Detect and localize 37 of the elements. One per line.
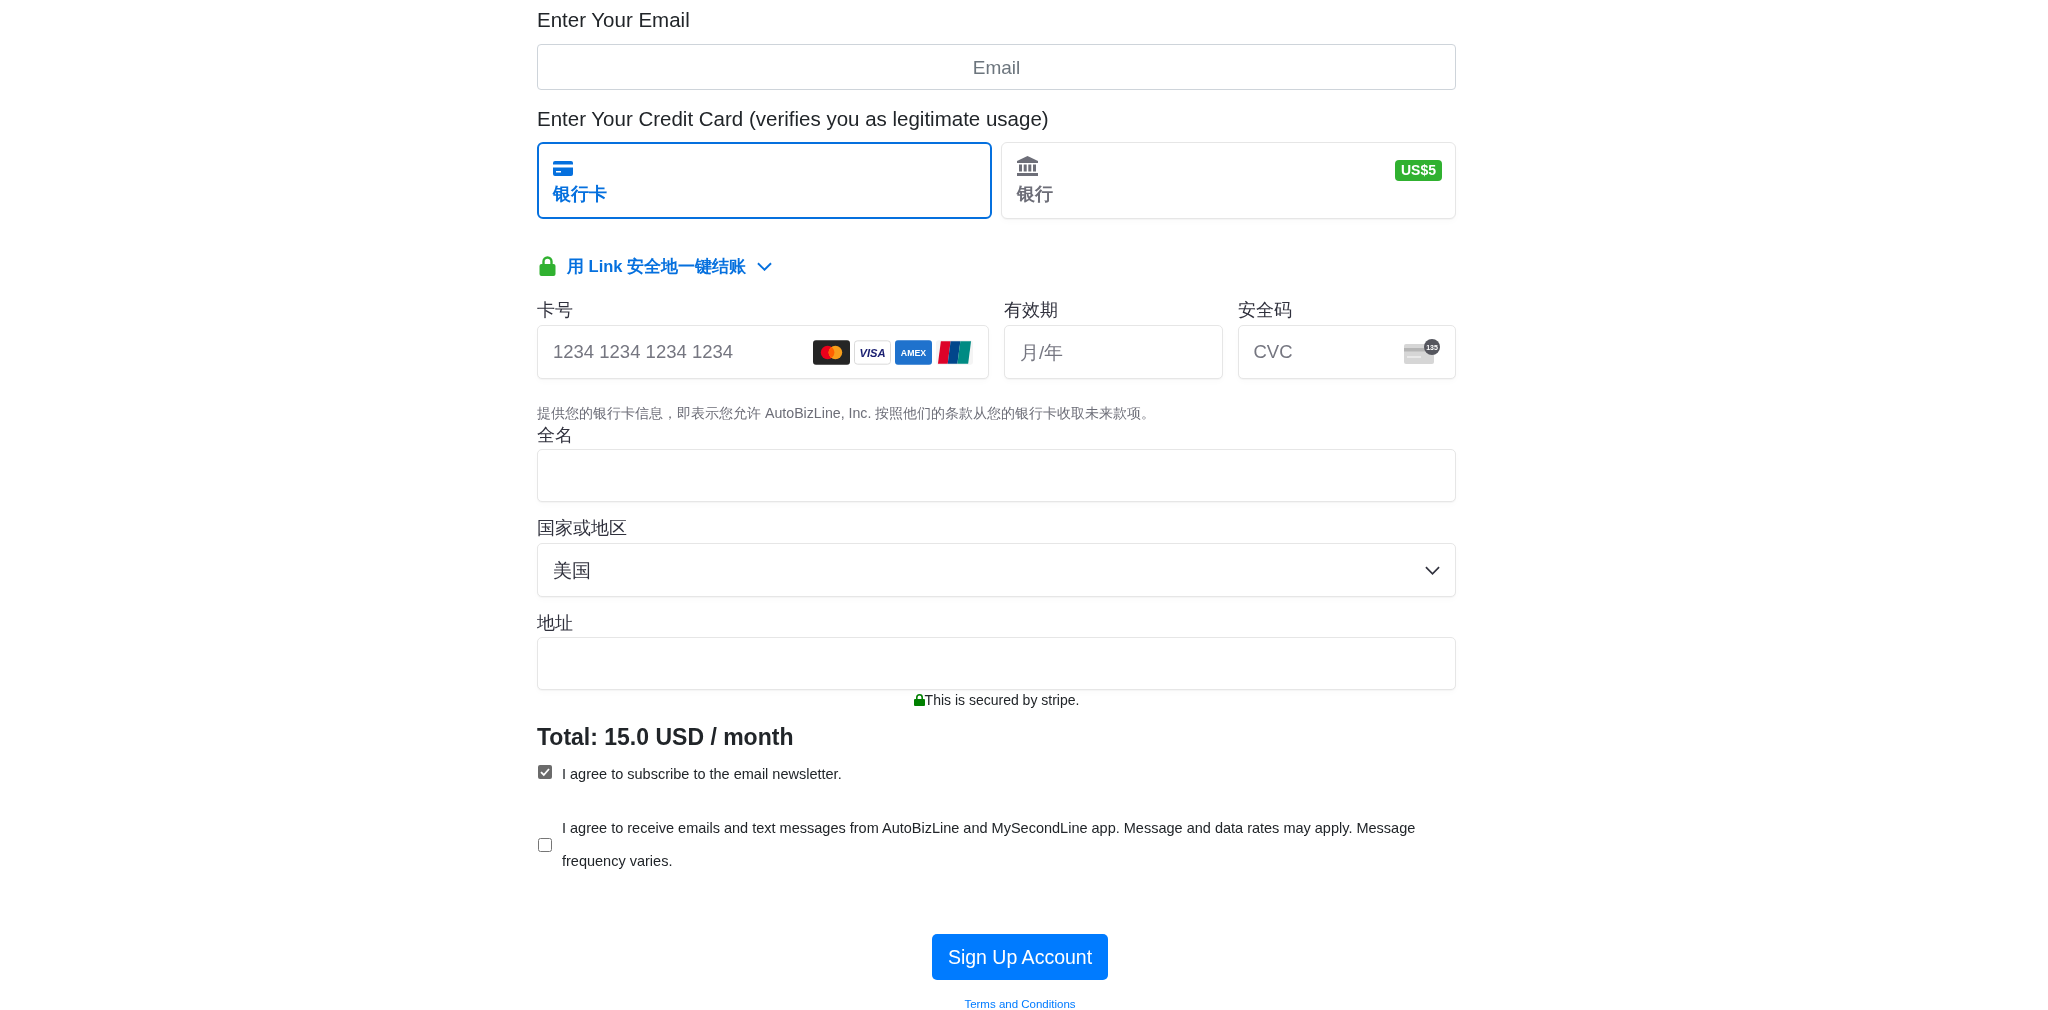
unionpay-logo-icon: [936, 339, 973, 365]
country-select[interactable]: 美国: [537, 543, 1456, 597]
amex-logo-icon: AMEX: [895, 339, 932, 365]
checkbox[interactable]: [538, 764, 552, 779]
expiry-date-field[interactable]: 月/年: [1004, 325, 1223, 379]
mastercard-logo-icon: [813, 339, 850, 365]
field-label: 安全码: [1237, 299, 1292, 321]
total-price: Total: 15.0 USD / month: [537, 723, 794, 752]
lock-icon: [913, 694, 925, 706]
email-label: Enter Your Email: [537, 7, 690, 33]
chevron-down-icon: [757, 261, 773, 271]
email-field[interactable]: Email: [537, 44, 1456, 90]
country-label: 国家或地区: [537, 517, 627, 539]
credit-card-label: Enter Your Credit Card (verifies you as legitimate usage): [537, 106, 1049, 132]
mandate-text: 提供您的银行卡信息，即表示您允许 AutoBizLine, Inc. 按照他们的条款从您的银行卡收取未来款项。: [537, 404, 1156, 422]
address-field[interactable]: [537, 637, 1456, 690]
agreement-text: I agree to receive emails and text messages from AutoBizLine and MySecondLine app. Message and data rates may apply. Message frequency varies.: [562, 819, 1417, 871]
lock-icon: [539, 256, 556, 276]
bank-building-icon: [1017, 156, 1038, 176]
field-label: 有效期: [1004, 299, 1058, 321]
address-label: 地址: [537, 612, 573, 634]
terms-link[interactable]: Terms and Conditions: [964, 997, 1076, 1010]
checkbox[interactable]: [538, 838, 552, 852]
full-name-label: 全名: [537, 424, 573, 446]
field-label: 卡号: [537, 299, 573, 321]
price-badge: US$5: [1394, 160, 1442, 181]
payment-method-tab[interactable]: 银行卡: [537, 142, 992, 219]
payment-method-tab[interactable]: 银行 US$5: [1001, 142, 1456, 219]
credit-card-icon: [553, 161, 573, 176]
visa-logo-icon: VISA: [854, 339, 891, 365]
card-number-field[interactable]: 1234 1234 1234 1234 VISA AMEX: [537, 325, 989, 379]
full-name-field[interactable]: [537, 449, 1456, 502]
link-checkout-toggle[interactable]: 用 Link 安全地一键结账: [567, 254, 773, 278]
agreement-text: I agree to subscribe to the email newsletter.: [562, 765, 842, 784]
sign-up-button[interactable]: Sign Up Account: [931, 934, 1109, 980]
chevron-down-icon: [1425, 565, 1440, 575]
security-note: This is secured by stripe.: [924, 692, 1080, 708]
